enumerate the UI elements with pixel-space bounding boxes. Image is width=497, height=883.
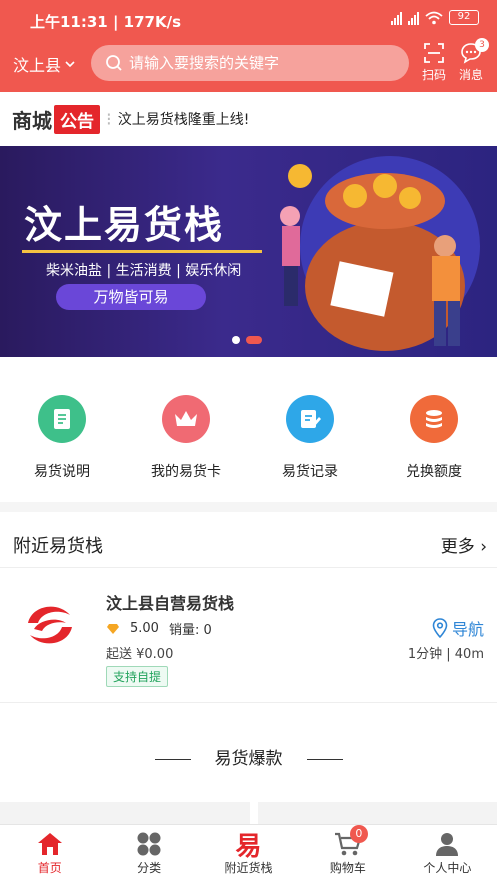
banner-dot-active[interactable] (246, 336, 262, 344)
tab-profile[interactable]: 个人中心 (398, 825, 497, 883)
title-line-left (154, 758, 191, 760)
chevron-right-icon: › (480, 537, 487, 557)
nav-bar: 汶上县 扫码 3 消息 (0, 38, 497, 86)
announcement-tag: 公告 (54, 104, 100, 134)
store-pickup-tag: 支持自提 (106, 666, 169, 687)
tab-nearby[interactable]: 易 附近货栈 (199, 825, 298, 883)
location-pin-icon (432, 618, 448, 638)
banner-title: 汶上易货栈 (24, 203, 225, 247)
quick-entry-label: 易货说明 (34, 464, 90, 480)
promo-banner[interactable]: 汶上易货栈 柴米油盐 | 生活消费 | 娱乐休闲 万物皆可易 (0, 146, 497, 357)
quick-entry-label: 易货记录 (282, 464, 338, 480)
quick-entry-instructions[interactable]: 易货说明 (0, 378, 124, 498)
nearby-more-link[interactable]: 更多 › (441, 532, 487, 557)
scan-icon (424, 43, 444, 63)
tab-category[interactable]: 分类 (99, 825, 198, 883)
quick-entry-label: 我的易货卡 (151, 464, 221, 480)
battery-indicator: 92 (449, 10, 479, 25)
product-card[interactable] (258, 802, 497, 824)
nearby-title: 附近易货栈 (13, 536, 103, 557)
hot-title: 易货爆款 (214, 749, 283, 769)
search-bar[interactable] (91, 45, 409, 81)
store-card[interactable]: 汶上县自营易货栈 5.00 销量: 0 起送 ¥0.00 支持自提 导航 1分钟… (0, 569, 497, 703)
tab-label: 分类 (137, 861, 162, 875)
tab-label: 首页 (37, 861, 62, 875)
announcement-shop-label: 商城 (12, 108, 52, 133)
diamond-icon (107, 623, 119, 634)
message-badge: 3 (475, 38, 489, 52)
quick-entry-grid: 易货说明 我的易货卡 易货记录 兑换额度 (0, 378, 497, 498)
yi-glyph: 易 (235, 831, 262, 862)
message-button[interactable]: 3 消息 (451, 38, 491, 83)
home-icon (0, 829, 99, 859)
cart-badge: 0 (349, 825, 368, 843)
store-rating: 5.00 (130, 621, 159, 636)
category-icon (99, 829, 198, 859)
search-icon (106, 55, 122, 71)
more-label: 更多 (440, 537, 475, 557)
store-sales: 销量: 0 (168, 623, 212, 638)
navigate-label: 导航 (451, 620, 484, 639)
hot-section-header: 易货爆款 (0, 744, 497, 769)
scan-button[interactable]: 扫码 (414, 42, 454, 83)
edit-record-icon (286, 395, 334, 443)
quick-entry-my-card[interactable]: 我的易货卡 (124, 378, 248, 498)
store-delivery-fee: 起送 ¥0.00 (106, 647, 174, 662)
navigate-button[interactable]: 导航 (432, 616, 484, 640)
quick-entry-records[interactable]: 易货记录 (248, 378, 372, 498)
announcement-bar[interactable]: 商城 公告 ⁝ 汶上易货栈隆重上线! (0, 92, 497, 146)
tab-label: 个人中心 (423, 861, 472, 875)
quick-entry-label: 兑换额度 (406, 464, 462, 480)
tab-cart[interactable]: 0 购物车 (298, 825, 397, 883)
section-divider (0, 502, 497, 512)
nearby-section-header: 附近易货栈 更多 › (0, 522, 497, 568)
title-line-right (306, 758, 343, 760)
user-icon (398, 829, 497, 859)
store-logo-icon (20, 595, 80, 655)
banner-dot[interactable] (232, 336, 240, 344)
store-rating-row: 5.00 销量: 0 (106, 619, 212, 638)
banner-pagination (232, 336, 262, 344)
quick-entry-exchange[interactable]: 兑换额度 (372, 378, 496, 498)
status-time: 上午11:31 | 177K/s (30, 13, 182, 31)
tab-label: 购物车 (329, 861, 366, 875)
product-card[interactable] (0, 802, 250, 824)
signal-icon (391, 11, 402, 25)
tab-home[interactable]: 首页 (0, 825, 99, 883)
announcement-separator: ⁝ (106, 108, 112, 130)
location-label: 汶上县 (13, 56, 62, 75)
search-input[interactable] (129, 54, 389, 72)
status-bar: 上午11:31 | 177K/s 92 (0, 0, 497, 40)
banner-subtitle: 柴米油盐 | 生活消费 | 娱乐休闲 (46, 263, 242, 279)
bottom-tab-bar: 首页 分类 易 附近货栈 0 购物车 个人中心 (0, 824, 497, 883)
banner-underline (22, 250, 262, 253)
money-bag-illustration-icon (280, 164, 465, 351)
crown-icon (162, 395, 210, 443)
store-name: 汶上县自营易货栈 (106, 594, 235, 613)
signal-icon-2 (408, 11, 419, 25)
tab-label: 附近货栈 (224, 861, 273, 875)
chevron-down-icon (65, 61, 75, 68)
message-label: 消息 (458, 68, 483, 82)
store-distance: 1分钟 | 40m (407, 647, 484, 662)
cart-icon (298, 829, 397, 859)
announcement-text: 汶上易货栈隆重上线! (117, 112, 250, 128)
document-icon (38, 395, 86, 443)
coins-icon (410, 395, 458, 443)
location-selector[interactable]: 汶上县 (13, 52, 76, 76)
scan-label: 扫码 (421, 68, 446, 82)
banner-pill: 万物皆可易 (56, 284, 206, 310)
wifi-icon (425, 11, 443, 24)
yi-character-icon: 易 (199, 829, 298, 862)
status-icons: 92 (391, 10, 479, 25)
top-header: 上午11:31 | 177K/s 92 汶上县 扫码 3 消息 (0, 0, 497, 92)
